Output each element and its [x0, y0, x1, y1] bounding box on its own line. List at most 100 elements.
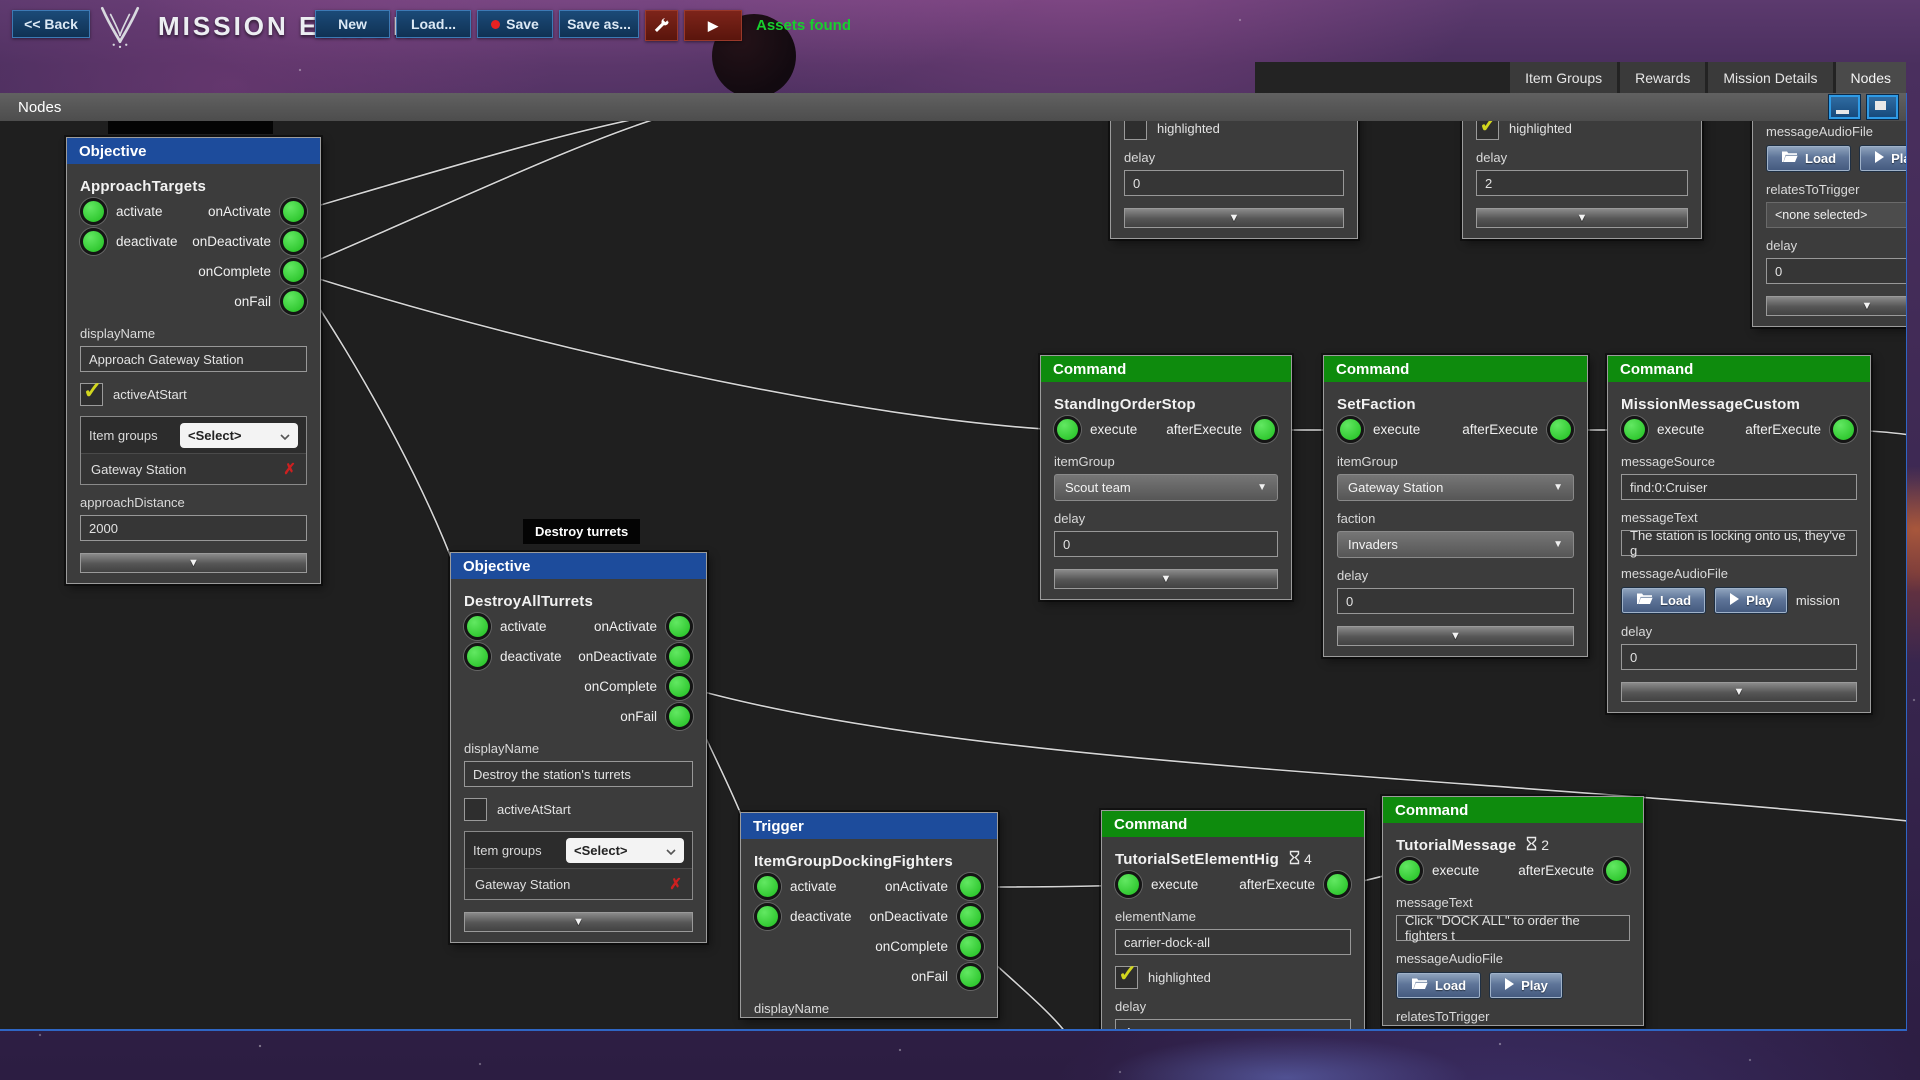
port-execute[interactable]	[1115, 870, 1142, 898]
tab-item-groups[interactable]: Item Groups	[1510, 62, 1618, 93]
tab-nodes[interactable]: Nodes	[1835, 62, 1906, 93]
port-ondeactivate[interactable]	[666, 642, 693, 670]
port-onactivate[interactable]	[280, 197, 307, 225]
play-button[interactable]: Play	[1714, 586, 1788, 614]
port-oncomplete[interactable]	[957, 932, 984, 960]
port-onactivate[interactable]	[666, 612, 693, 640]
port-label-execute: execute	[1151, 876, 1199, 892]
port-execute[interactable]	[1396, 856, 1423, 884]
port-afterexecute[interactable]	[1603, 856, 1630, 884]
port-label-onfail: onFail	[620, 708, 657, 724]
minimize-button[interactable]	[1829, 95, 1860, 119]
delay-input[interactable]: 0	[1621, 644, 1857, 670]
node-header[interactable]: Command	[1608, 356, 1870, 382]
play-button[interactable]: Play	[1489, 971, 1563, 999]
port-onactivate[interactable]	[957, 872, 984, 900]
port-label-activate: activate	[116, 203, 163, 219]
load-button[interactable]: Load	[1621, 586, 1707, 614]
delay-input[interactable]: 0	[1766, 258, 1906, 284]
audio-file-name: mission	[1795, 592, 1840, 608]
collapse-bar[interactable]: ▼	[1621, 682, 1857, 702]
node-graph-canvas[interactable]: Objective ApproachTargets activate onActiva…	[0, 121, 1906, 1029]
tab-rewards[interactable]: Rewards	[1620, 62, 1706, 93]
port-onfail[interactable]	[957, 962, 984, 990]
faction-dropdown[interactable]: Invaders ▼	[1337, 531, 1574, 558]
delay-input[interactable]: 0	[1054, 531, 1278, 557]
delay-input[interactable]: 2	[1476, 170, 1688, 196]
port-deactivate[interactable]	[80, 227, 107, 255]
approachdistance-input[interactable]: 2000	[80, 515, 307, 541]
collapse-bar[interactable]: ▼	[1124, 208, 1344, 228]
tab-mission-details[interactable]: Mission Details	[1708, 62, 1833, 93]
node-header[interactable]: Command	[1041, 356, 1291, 382]
activeatstart-checkbox[interactable]	[464, 797, 487, 821]
maximize-button[interactable]	[1867, 95, 1898, 119]
port-row: onComplete	[67, 256, 320, 286]
port-ondeactivate[interactable]	[957, 902, 984, 930]
in-port-group: deactivate	[464, 642, 562, 670]
relatestotrigger-dropdown[interactable]: <none selected>	[1766, 202, 1906, 228]
port-onfail[interactable]	[666, 702, 693, 730]
node-header[interactable]: Command	[1383, 797, 1643, 823]
collapse-bar[interactable]: ▼	[1337, 626, 1574, 646]
delay-input[interactable]: 4	[1115, 1019, 1351, 1029]
port-activate[interactable]	[80, 197, 107, 225]
back-button[interactable]: << Back	[12, 10, 90, 38]
run-mission-button[interactable]: ▶	[684, 10, 742, 41]
port-afterexecute[interactable]	[1830, 415, 1857, 443]
collapse-bar[interactable]: ▼	[1476, 208, 1688, 228]
collapse-arrow-icon: ▼	[1733, 685, 1745, 698]
port-activate[interactable]	[754, 872, 781, 900]
itemgroup-dropdown[interactable]: Scout team ▼	[1054, 474, 1278, 501]
port-execute[interactable]	[1337, 415, 1364, 443]
port-execute[interactable]	[1621, 415, 1648, 443]
port-deactivate[interactable]	[464, 642, 491, 670]
port-deactivate[interactable]	[754, 902, 781, 930]
collapse-bar[interactable]: ▼	[464, 912, 693, 932]
port-oncomplete[interactable]	[666, 672, 693, 700]
new-button[interactable]: New	[315, 10, 390, 38]
port-afterexecute[interactable]	[1251, 415, 1278, 443]
port-execute[interactable]	[1054, 415, 1081, 443]
save-as-button[interactable]: Save as...	[559, 10, 639, 38]
collapse-bar[interactable]: ▼	[1766, 296, 1906, 316]
port-onfail[interactable]	[280, 287, 307, 315]
port-activate[interactable]	[464, 612, 491, 640]
node-header[interactable]: Trigger	[741, 813, 997, 839]
node-header[interactable]: Objective	[451, 553, 706, 579]
collapse-bar[interactable]: ▼	[1054, 569, 1278, 589]
load-button[interactable]: Load...	[396, 10, 471, 38]
save-button[interactable]: Save	[477, 10, 553, 38]
delay-input[interactable]: 0	[1124, 170, 1344, 196]
checkmark-icon: ✓	[1118, 959, 1138, 986]
item-groups-select[interactable]: <Select>	[566, 837, 684, 863]
node-header[interactable]: Command	[1324, 356, 1587, 382]
port-afterexecute[interactable]	[1547, 415, 1574, 443]
remove-item-icon[interactable]: ✗	[283, 460, 296, 478]
displayname-input[interactable]: Approach Gateway Station	[80, 346, 307, 372]
activeatstart-checkbox[interactable]: ✓	[80, 377, 103, 406]
highlighted-checkbox[interactable]: ✓	[1115, 960, 1138, 989]
play-button[interactable]: Play	[1859, 144, 1906, 172]
delay-input[interactable]: 0	[1337, 588, 1574, 614]
port-oncomplete[interactable]	[280, 257, 307, 285]
highlighted-checkbox[interactable]: ✓	[1476, 121, 1499, 140]
node-header[interactable]: Objective	[67, 138, 320, 164]
load-button[interactable]: Load	[1396, 971, 1482, 999]
port-afterexecute[interactable]	[1324, 870, 1351, 898]
port-label-ondeactivate: onDeactivate	[578, 648, 657, 664]
remove-item-icon[interactable]: ✗	[669, 875, 682, 893]
node-header[interactable]: Command	[1102, 811, 1364, 837]
messagesource-input[interactable]: find:0:Cruiser	[1621, 474, 1857, 500]
collapse-bar[interactable]: ▼	[80, 553, 307, 573]
messagetext-input[interactable]: Click "DOCK ALL" to order the fighters t	[1396, 913, 1630, 943]
tools-button[interactable]	[645, 10, 678, 41]
item-groups-select[interactable]: <Select>	[180, 422, 298, 448]
load-button[interactable]: Load	[1766, 144, 1852, 172]
messagetext-input[interactable]: The station is locking onto us, they've …	[1621, 528, 1857, 558]
itemgroup-dropdown[interactable]: Gateway Station ▼	[1337, 474, 1574, 501]
elementname-input[interactable]: carrier-dock-all	[1115, 929, 1351, 955]
displayname-input[interactable]: Destroy the station's turrets	[464, 761, 693, 787]
port-ondeactivate[interactable]	[280, 227, 307, 255]
highlighted-checkbox[interactable]	[1124, 121, 1147, 140]
